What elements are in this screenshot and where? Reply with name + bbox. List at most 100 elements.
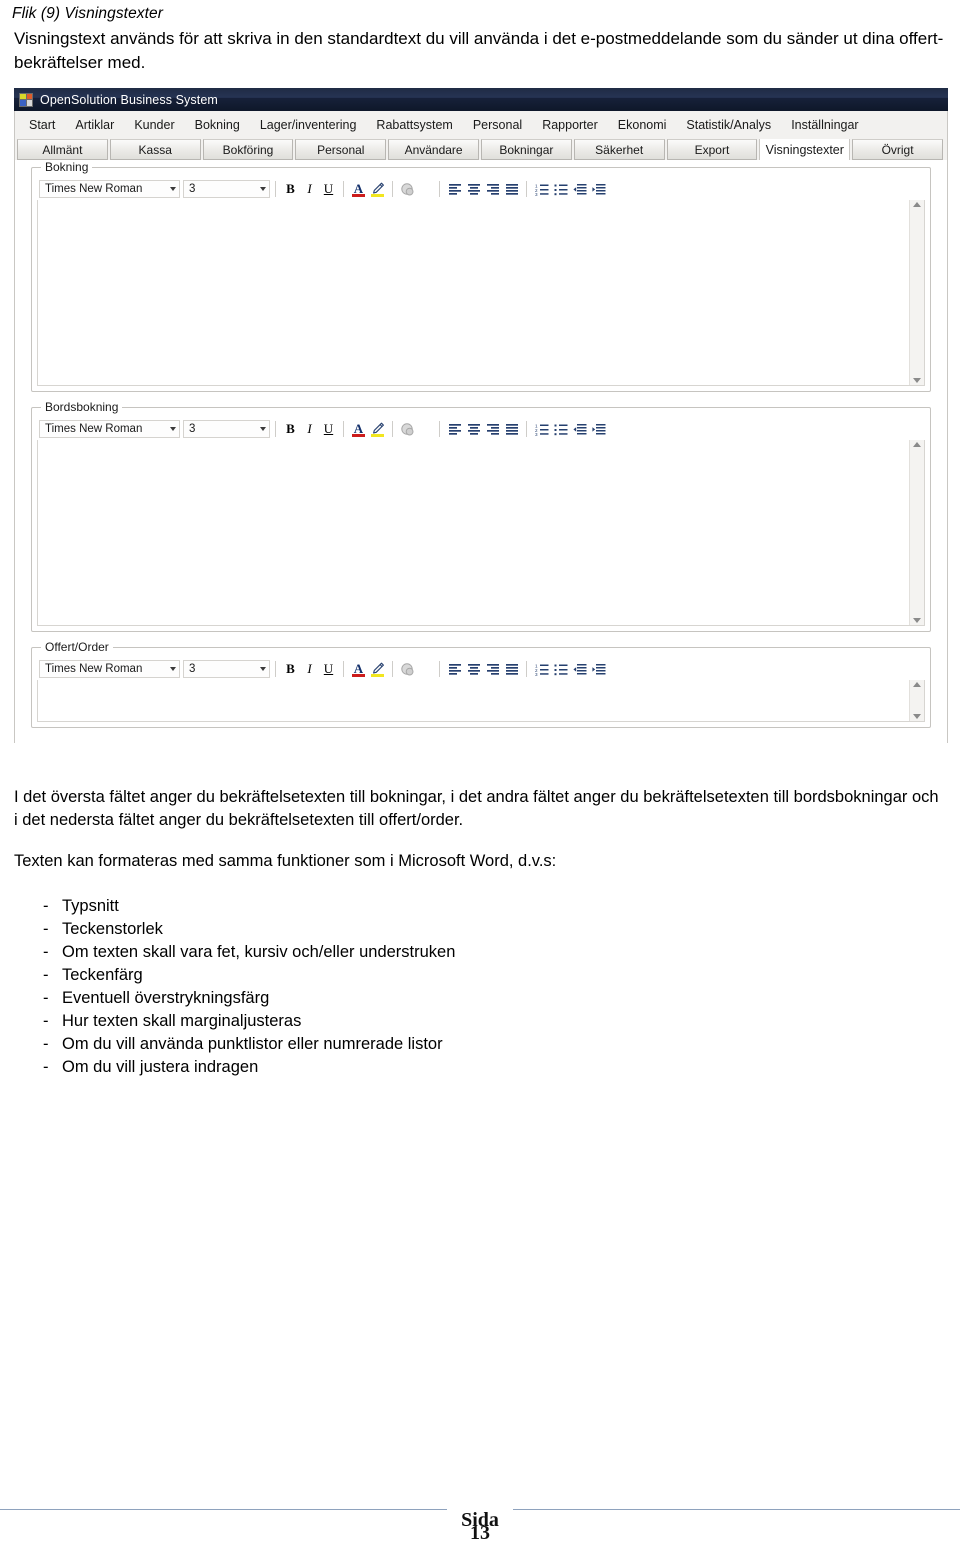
tab-personal[interactable]: Personal [295,139,387,160]
footer-rule-right [512,1509,960,1510]
menu-item-artiklar[interactable]: Artiklar [75,118,114,132]
decrease-indent-button[interactable] [570,660,589,679]
font-color-button[interactable]: A [349,660,368,679]
toolbar-separator [392,181,393,197]
decrease-indent-button[interactable] [570,420,589,439]
underline-button[interactable]: U [319,420,338,439]
editor-toolbar-bokning: Times New Roman 3 B I U A 1 2 3 [37,178,925,200]
editor-toolbar-offert-order: Times New Roman 3 B I U A 1 2 3 [37,658,925,680]
editor-scrollbar-offert-order[interactable] [909,680,924,721]
align-center-button[interactable] [464,420,483,439]
align-center-button[interactable] [464,180,483,199]
menu-item-rapporter[interactable]: Rapporter [542,118,598,132]
tab-allmant[interactable]: Allmänt [17,139,108,160]
numbered-list-button[interactable]: 1 2 3 [532,660,551,679]
highlight-color-button[interactable] [368,420,387,439]
tab-export[interactable]: Export [666,139,758,160]
numbered-list-button[interactable]: 1 2 3 [532,180,551,199]
underline-button[interactable]: U [319,180,338,199]
image-icon [401,662,414,676]
tab-anvandare[interactable]: Användare [388,139,479,160]
list-item: Typsnitt [14,895,946,918]
align-right-button[interactable] [483,180,502,199]
bold-button[interactable]: B [281,660,300,679]
menu-item-lager[interactable]: Lager/inventering [260,118,357,132]
page-title: Flik (9) Visningstexter [12,5,164,22]
highlight-color-button[interactable] [368,180,387,199]
insert-image-button[interactable] [398,420,417,439]
document-continuation: I det översta fältet anger du bekräftels… [0,786,960,1079]
align-left-button[interactable] [445,420,464,439]
tab-sakerhet[interactable]: Säkerhet [573,139,665,160]
font-family-select-bordsbokning[interactable]: Times New Roman [39,420,180,438]
toolbar-separator [526,421,527,437]
align-right-icon [486,663,499,675]
menu-item-start[interactable]: Start [29,118,55,132]
window-titlebar: OpenSolution Business System [14,88,948,111]
tab-ovrigt[interactable]: Övrigt [852,139,943,160]
bold-button[interactable]: B [281,420,300,439]
unordered-list-icon [554,664,567,675]
bullet-list-button[interactable] [551,660,570,679]
decrease-indent-button[interactable] [570,180,589,199]
editor-input-bokning[interactable] [38,200,909,385]
editor-scrollbar-bordsbokning[interactable] [909,440,924,625]
align-justify-button[interactable] [502,180,521,199]
align-right-icon [486,183,499,195]
editor-input-bordsbokning[interactable] [38,440,909,625]
menu-item-statistik[interactable]: Statistik/Analys [686,118,771,132]
increase-indent-button[interactable] [589,180,608,199]
align-center-button[interactable] [464,660,483,679]
align-center-icon [467,663,480,675]
tab-kassa[interactable]: Kassa [109,139,201,160]
align-left-button[interactable] [445,180,464,199]
scroll-down-icon[interactable] [913,714,921,719]
menu-item-kunder[interactable]: Kunder [134,118,174,132]
menu-item-rabattsystem[interactable]: Rabattsystem [376,118,452,132]
menu-item-bokning[interactable]: Bokning [195,118,240,132]
increase-indent-button[interactable] [589,660,608,679]
font-color-swatch [352,673,365,677]
bold-button[interactable]: B [281,180,300,199]
align-justify-button[interactable] [502,420,521,439]
align-justify-icon [505,423,518,435]
increase-indent-button[interactable] [589,420,608,439]
font-size-select-bordsbokning[interactable]: 3 [183,420,270,438]
italic-button[interactable]: I [300,420,319,439]
font-family-select-offert-order[interactable]: Times New Roman [39,660,180,678]
font-size-value: 3 [189,663,196,675]
font-color-button[interactable]: A [349,180,368,199]
underline-button[interactable]: U [319,660,338,679]
highlight-color-button[interactable] [368,660,387,679]
menu-item-installningar[interactable]: Inställningar [791,118,858,132]
tab-bokforing[interactable]: Bokföring [202,139,294,160]
font-color-button[interactable]: A [349,420,368,439]
insert-image-button[interactable] [398,660,417,679]
scroll-up-icon[interactable] [913,442,921,447]
font-size-select-offert-order[interactable]: 3 [183,660,270,678]
scroll-down-icon[interactable] [913,618,921,623]
scroll-down-icon[interactable] [913,378,921,383]
menu-item-personal[interactable]: Personal [473,118,522,132]
align-right-button[interactable] [483,660,502,679]
numbered-list-button[interactable]: 1 2 3 [532,420,551,439]
insert-image-button[interactable] [398,180,417,199]
tab-visningstexter[interactable]: Visningstexter [759,139,851,160]
bullet-list-button[interactable] [551,420,570,439]
font-family-select-bokning[interactable]: Times New Roman [39,180,180,198]
font-size-select-bokning[interactable]: 3 [183,180,270,198]
align-justify-button[interactable] [502,660,521,679]
italic-button[interactable]: I [300,180,319,199]
application-screenshot: OpenSolution Business System Start Artik… [14,88,948,743]
editor-input-offert-order[interactable] [38,680,909,721]
align-right-button[interactable] [483,420,502,439]
scroll-up-icon[interactable] [913,682,921,687]
tab-bokningar[interactable]: Bokningar [480,139,572,160]
align-left-button[interactable] [445,660,464,679]
bullet-list-button[interactable] [551,180,570,199]
menu-item-ekonomi[interactable]: Ekonomi [618,118,667,132]
editor-scrollbar-bokning[interactable] [909,200,924,385]
italic-button[interactable]: I [300,660,319,679]
font-family-value: Times New Roman [45,423,143,435]
scroll-up-icon[interactable] [913,202,921,207]
